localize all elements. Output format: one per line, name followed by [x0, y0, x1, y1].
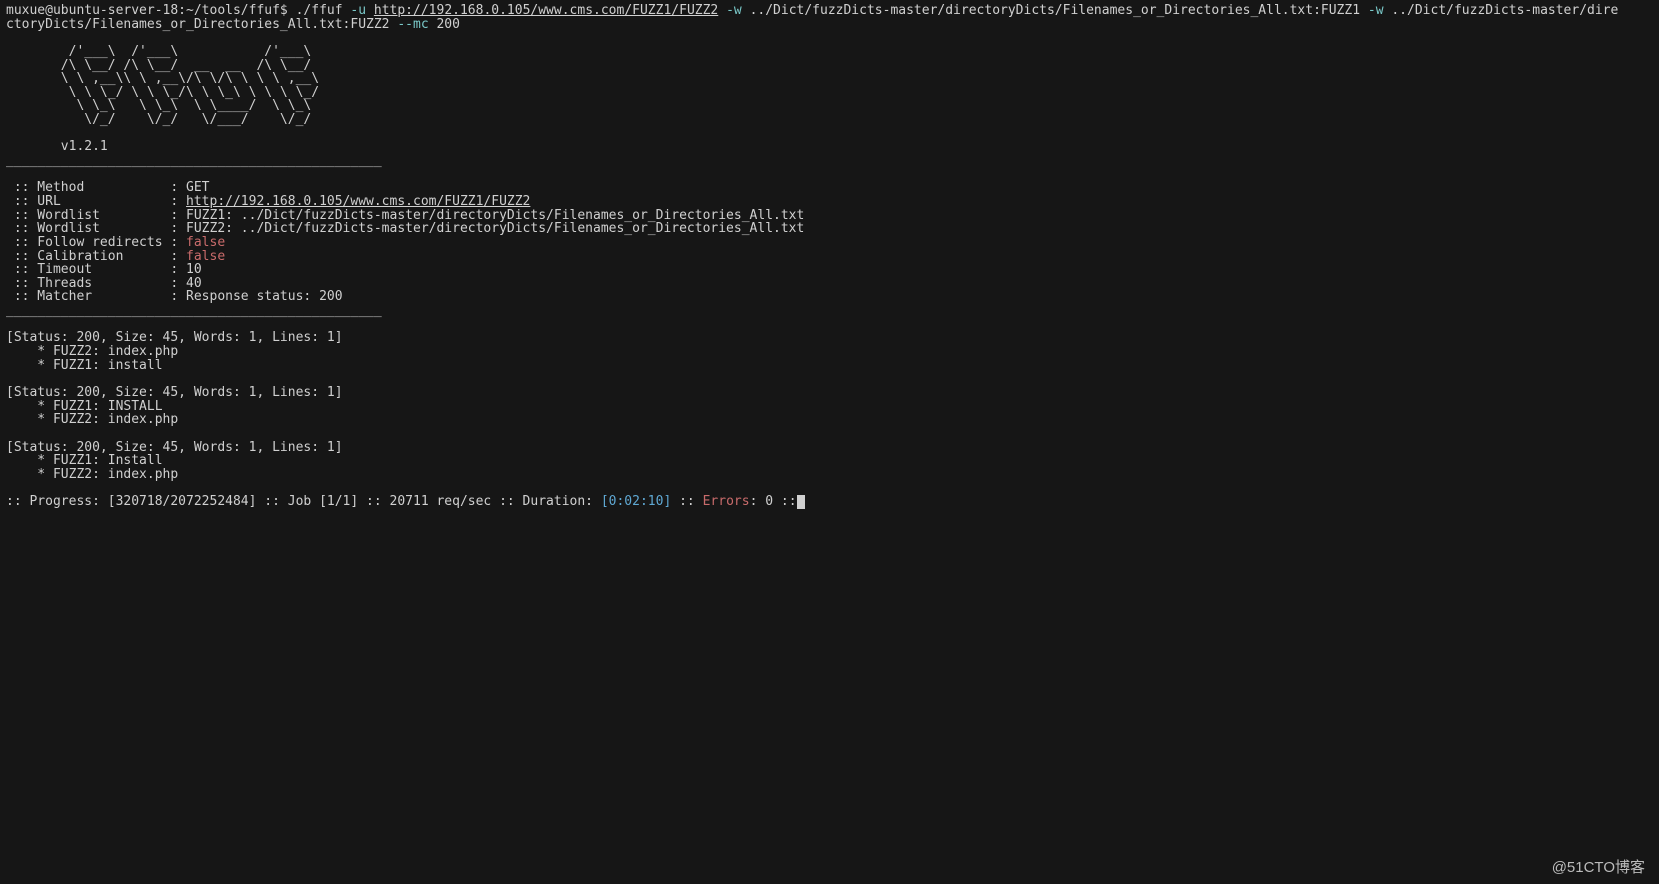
rule-line: ________________________________________… [6, 153, 382, 168]
rule-line: ________________________________________… [6, 303, 382, 318]
progress-errors-label: Errors [703, 494, 750, 509]
flag-w2: -w [1368, 3, 1384, 18]
wordlist-arg-2a: ../Dict/fuzzDicts-master/dire [1391, 3, 1618, 18]
cursor-icon [797, 495, 805, 509]
wordlist-arg-1: ../Dict/fuzzDicts-master/directoryDicts/… [750, 3, 1360, 18]
result-detail: * FUZZ1: install [6, 358, 163, 373]
progress-duration: [0:02:10] [601, 494, 671, 509]
ascii-art-line: \/_/ \/_/ \/___/ \/_/ [6, 112, 311, 127]
result-detail: * FUZZ2: index.php [6, 467, 178, 482]
watermark: @51CTO博客 [1552, 860, 1645, 876]
mc-value: 200 [436, 17, 459, 32]
result-detail: * FUZZ2: index.php [6, 412, 178, 427]
wordlist-arg-2b: ctoryDicts/Filenames_or_Directories_All.… [6, 17, 390, 32]
progress-line: :: Progress: [320718/2072252484] :: Job … [6, 494, 805, 509]
flag-w1: -w [726, 3, 742, 18]
terminal-output: muxue@ubuntu-server-18:~/tools/ffuf$ ./f… [0, 0, 1659, 513]
flag-mc: --mc [397, 17, 428, 32]
prompt-line-2[interactable]: ctoryDicts/Filenames_or_Directories_All.… [6, 17, 460, 32]
